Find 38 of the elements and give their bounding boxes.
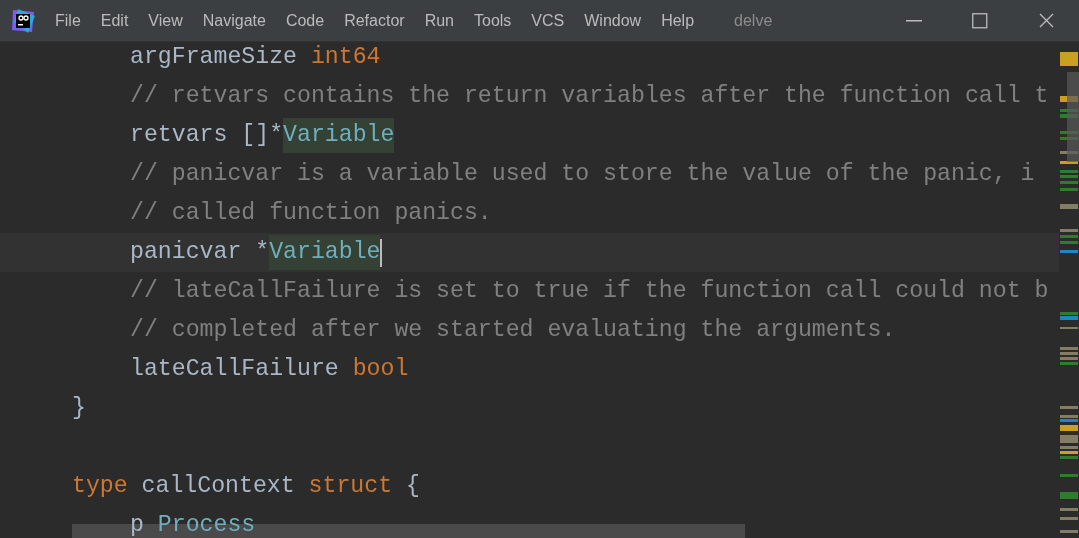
code-text: panicvar *: [130, 238, 270, 268]
code-comment: // panicvar is a variable used to store the value of the panic, i: [130, 160, 1035, 190]
maximize-icon: [972, 12, 988, 29]
text-cursor: [380, 238, 383, 267]
menu-item[interactable]: Run: [423, 8, 455, 33]
menu-item[interactable]: Refactor: [343, 8, 406, 33]
type-name: Variable: [269, 235, 381, 270]
type-name: Variable: [283, 118, 395, 153]
code-comment: // lateCallFailure is set to true if the function call could not b: [130, 277, 1049, 307]
vertical-scrollbar-thumb[interactable]: [1067, 72, 1079, 162]
close-icon: [1038, 13, 1054, 28]
minimize-icon: [906, 19, 922, 22]
menu-item[interactable]: VCS: [530, 8, 566, 33]
keyword: int64: [310, 43, 381, 73]
menu-item[interactable]: Edit: [99, 8, 130, 33]
code-comment: // retvars contains the return variables after the function call t: [130, 82, 1049, 112]
window-title: delve: [734, 10, 773, 31]
app-logo-icon: [10, 7, 36, 34]
menu-item[interactable]: Window: [583, 8, 643, 33]
code-text: lateCallFailure: [130, 355, 340, 385]
keyword: struct: [308, 472, 394, 502]
code-text: p: [130, 511, 145, 538]
menu-item[interactable]: Help: [660, 8, 696, 33]
code-text: argFrameSize: [130, 43, 298, 73]
code-text: retvars []*: [130, 121, 284, 151]
menu-item[interactable]: Tools: [473, 8, 513, 33]
code-comment: // completed after we started evaluating the arguments.: [130, 316, 896, 346]
keyword: type: [72, 472, 129, 502]
keyword: bool: [352, 355, 409, 385]
menu-item[interactable]: Code: [284, 8, 326, 33]
code-text: callContext: [141, 472, 296, 502]
menu-item[interactable]: File: [54, 8, 82, 33]
type-name: Process: [157, 511, 256, 538]
code-text: {: [405, 472, 420, 502]
menu-item[interactable]: Navigate: [201, 8, 267, 33]
code-text: }: [72, 394, 86, 424]
menu-item[interactable]: View: [147, 8, 184, 33]
code-comment: // called function panics.: [130, 199, 492, 229]
